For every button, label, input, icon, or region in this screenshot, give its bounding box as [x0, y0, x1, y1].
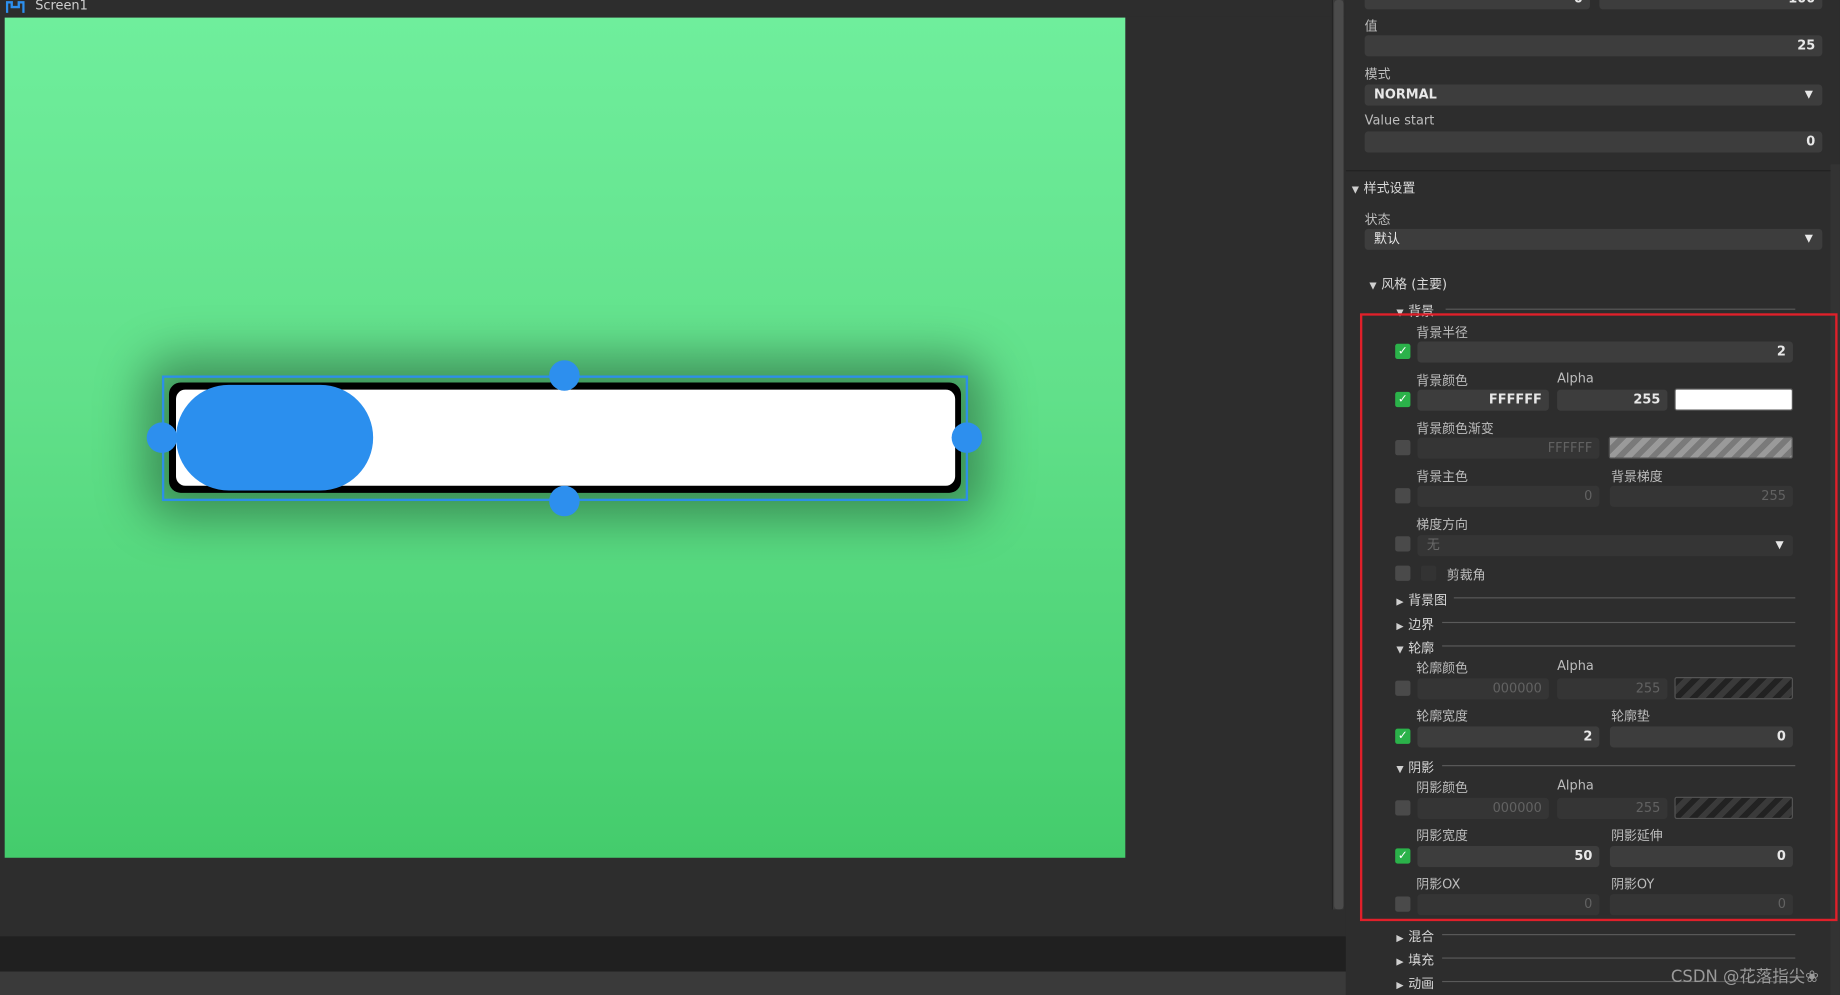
tab-title: Screen1: [35, 0, 88, 13]
expand-icon: ▼: [1351, 184, 1359, 195]
mode-dropdown[interactable]: NORMAL ▼: [1364, 84, 1823, 106]
dropdown-arrow-icon: ▼: [1804, 89, 1813, 101]
blend-header[interactable]: ▶ 混合: [1396, 927, 1434, 946]
scroll-thumb[interactable]: [1334, 0, 1344, 910]
state-label: 状态: [1364, 212, 1391, 228]
bottom-bar: [0, 936, 1346, 972]
bottom-bar-2: [0, 971, 1346, 995]
value-label: 值: [1364, 18, 1378, 35]
fill-header[interactable]: ▶ 填充: [1396, 950, 1434, 969]
anim-title: 动画: [1408, 976, 1435, 992]
screen-tab[interactable]: Screen1: [0, 0, 1346, 17]
mode-value: NORMAL: [1374, 86, 1437, 103]
collapse-icon: ▶: [1396, 932, 1404, 944]
dropdown-arrow-icon: ▼: [1804, 233, 1813, 246]
watermark: CSDN @花落指尖❀: [1670, 968, 1819, 987]
prop-min-field[interactable]: 0: [1364, 0, 1590, 10]
resize-handle-bottom[interactable]: [549, 485, 580, 517]
state-value: 默认: [1374, 231, 1400, 247]
main-style-header[interactable]: ▼ 风格 (主要): [1369, 275, 1447, 294]
prop-max-field[interactable]: 100: [1599, 0, 1823, 10]
highlight-box: [1359, 313, 1838, 922]
value-field[interactable]: 25: [1364, 35, 1823, 57]
screen-icon: [5, 1, 25, 13]
anim-header[interactable]: ▶ 动画: [1396, 974, 1434, 993]
editor-scrollbar[interactable]: [1331, 0, 1344, 910]
selection-box[interactable]: [161, 375, 969, 502]
mode-label: 模式: [1364, 66, 1391, 83]
resize-handle-left[interactable]: [146, 422, 178, 453]
blend-title: 混合: [1408, 929, 1435, 945]
state-dropdown[interactable]: 默认 ▼: [1364, 228, 1823, 250]
style-section-header[interactable]: ▼ 样式设置: [1352, 178, 1416, 197]
style-section-title: 样式设置: [1363, 180, 1416, 196]
value-start-label: Value start: [1364, 112, 1435, 128]
value-start-field[interactable]: 0: [1364, 131, 1823, 153]
collapse-icon: ▶: [1396, 979, 1404, 991]
resize-handle-top[interactable]: [549, 360, 580, 391]
fill-title: 填充: [1408, 952, 1435, 969]
editor-area: Screen1: [0, 0, 1346, 995]
resize-handle-right[interactable]: [951, 422, 983, 453]
main-style-title: 风格 (主要): [1381, 276, 1448, 293]
expand-icon: ▼: [1369, 280, 1377, 292]
collapse-icon: ▶: [1396, 956, 1404, 967]
